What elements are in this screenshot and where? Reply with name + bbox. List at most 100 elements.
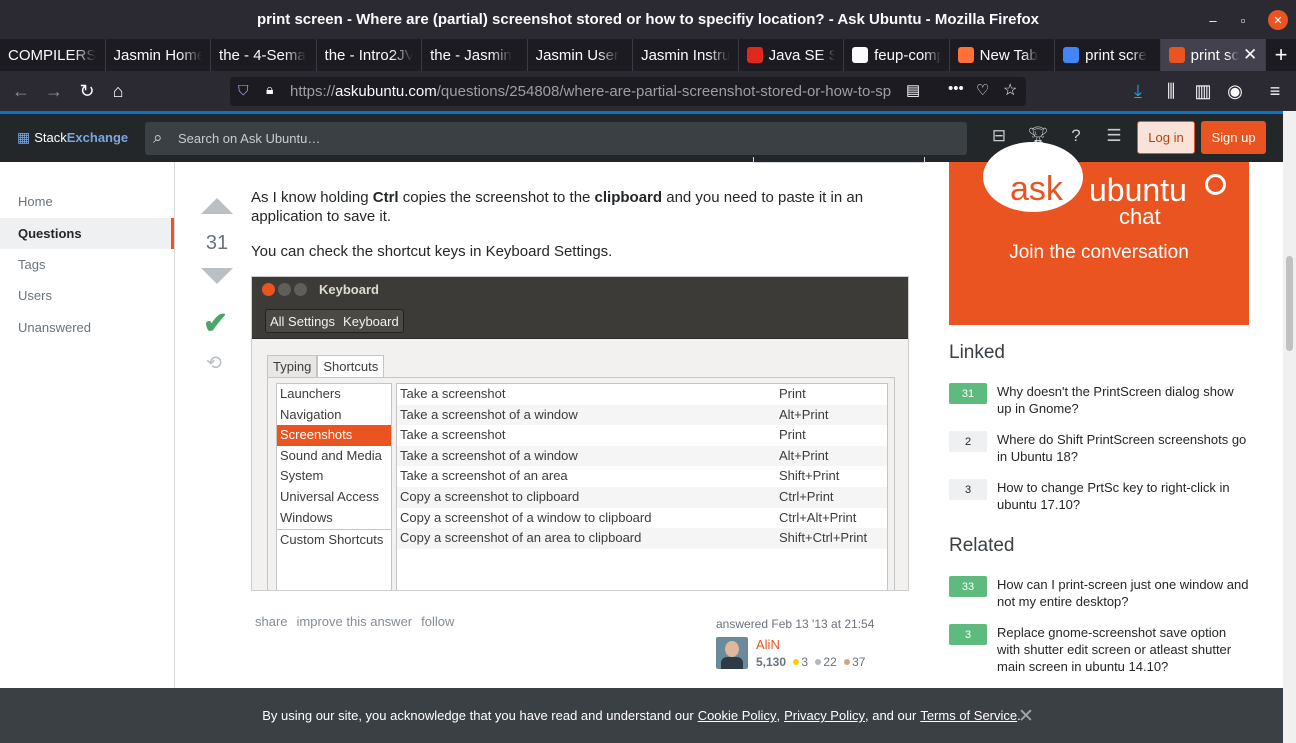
silver-badge-icon	[815, 659, 822, 665]
site-search-input[interactable]: ⌕ Search on Ask Ubuntu…	[145, 122, 967, 155]
improve-answer-link[interactable]: improve this answer	[297, 614, 413, 629]
cookie-consent-banner: By using our site, you acknowledge that …	[0, 688, 1283, 743]
nav-users[interactable]: Users	[0, 280, 174, 311]
keyboard-settings-screenshot[interactable]: Keyboard All Settings Keyboard Typing Sh…	[251, 276, 909, 591]
chat-join-text: Join the conversation	[1009, 242, 1189, 263]
home-icon[interactable]: ⌂	[107, 81, 129, 101]
maximize-icon[interactable]: ▫	[1233, 10, 1253, 30]
tab-2[interactable]: the - 4-Sema	[211, 39, 317, 71]
kb-shortcut-row: Copy a screenshot of an area to clipboar…	[397, 528, 887, 549]
kb-title-text: Keyboard	[319, 281, 379, 297]
linked-question-item[interactable]: 2 Where do Shift PrintScreen screenshots …	[949, 431, 1249, 471]
bookmark-star-icon[interactable]: ☆	[1003, 80, 1017, 100]
nav-questions[interactable]: Questions	[0, 218, 174, 249]
tab-3[interactable]: the - Intro2JV	[317, 39, 423, 71]
tab-4[interactable]: the - Jasmin	[422, 39, 528, 71]
hamburger-menu-icon[interactable]: ≡	[1264, 81, 1286, 101]
tracking-shield-icon[interactable]: ⛉	[238, 82, 249, 99]
url-text[interactable]: https://askubuntu.com/questions/254808/w…	[290, 83, 900, 100]
kb-shortcut-row: Take a screenshot Print	[397, 384, 887, 405]
kb-shortcut-row: Take a screenshot of a window Alt+Print	[397, 404, 887, 426]
ask-ubuntu-chat-banner[interactable]: ask ubuntu chat Join the conversation	[949, 142, 1249, 325]
kb-category-item: Windows	[280, 509, 333, 525]
upvote-arrow-icon[interactable]	[201, 198, 233, 214]
reputation-score: 5,130	[756, 655, 787, 669]
kb-window-buttons	[262, 283, 307, 296]
answer-paragraph-1: As I know holding Ctrl copies the screen…	[251, 188, 911, 226]
site-switcher-icon[interactable]: ☰	[1103, 126, 1125, 146]
minimize-icon[interactable]: –	[1203, 10, 1223, 30]
privacy-policy-link[interactable]: Privacy Policy	[784, 708, 865, 723]
account-icon[interactable]: ◉	[1224, 81, 1246, 101]
tab-5[interactable]: Jasmin User	[528, 39, 634, 71]
signup-button[interactable]: Sign up	[1201, 121, 1266, 154]
question-link[interactable]: How can I print-screen just one window a…	[997, 576, 1249, 610]
tab-1[interactable]: Jasmin Home	[106, 39, 212, 71]
tab-7[interactable]: Java SE Sp	[739, 39, 845, 71]
tab-11[interactable]: print sc ✕	[1160, 39, 1267, 71]
chat-chat-text: chat	[1119, 204, 1161, 229]
user-reputation: 5,130 3 22 37	[756, 655, 865, 669]
kb-shortcut-key: Shift+Print	[779, 468, 840, 484]
kb-category-item: Sound and Media	[280, 447, 382, 463]
cookie-policy-link[interactable]: Cookie Policy	[698, 708, 777, 723]
tab-0[interactable]: COMPILERS	[0, 39, 106, 71]
linked-question-item[interactable]: 31 Why doesn't the PrintScreen dialog sho…	[949, 383, 1249, 423]
close-icon[interactable]: ✕	[1018, 705, 1034, 728]
tab-9[interactable]: New Tab	[950, 39, 1056, 71]
kb-shortcut-row: Take a screenshot Print	[397, 425, 887, 446]
inbox-icon[interactable]: ⊟	[988, 126, 1010, 146]
related-question-item[interactable]: 33 How can I print-screen just one window…	[949, 576, 1249, 616]
reload-icon[interactable]: ↻	[76, 81, 98, 101]
pocket-icon[interactable]: ♡	[976, 81, 989, 99]
question-link[interactable]: How to change PrtSc key to right-click i…	[997, 479, 1249, 513]
cookie-and: , and our	[865, 708, 917, 723]
kb-shortcut-row: Take a screenshot of an area Shift+Print	[397, 466, 887, 487]
share-link[interactable]: share	[255, 614, 288, 629]
downvote-arrow-icon[interactable]	[201, 268, 233, 284]
nav-unanswered[interactable]: Unanswered	[0, 312, 174, 343]
follow-link[interactable]: follow	[421, 614, 454, 629]
kb-shortcut-name: Take a screenshot of an area	[400, 468, 568, 484]
linked-question-item[interactable]: 3 How to change PrtSc key to right-click …	[949, 479, 1249, 519]
related-question-item[interactable]: 3 Replace gnome-screenshot save option wi…	[949, 624, 1249, 674]
stackexchange-logo[interactable]: ▦ Stack Exchange	[17, 129, 128, 146]
tab-label: the - Jasmin	[430, 46, 512, 64]
brand-exchange: Exchange	[66, 130, 129, 145]
question-link[interactable]: Replace gnome-screenshot save option wit…	[997, 624, 1249, 675]
login-button[interactable]: Log in	[1137, 121, 1195, 154]
tab-10[interactable]: print scre	[1055, 39, 1161, 71]
nav-tags[interactable]: Tags	[0, 249, 174, 280]
question-link[interactable]: Where do Shift PrintScreen screenshots g…	[997, 431, 1249, 465]
tab-close-icon[interactable]: ✕	[1243, 45, 1257, 65]
tab-label: Jasmin User	[535, 46, 619, 64]
reader-view-icon[interactable]: ▤	[906, 81, 920, 99]
question-link[interactable]: Why doesn't the PrintScreen dialog show …	[997, 383, 1249, 417]
lock-icon[interactable]: 🔒︎	[266, 81, 273, 98]
tab-label: New Tab	[979, 46, 1038, 64]
user-name-link[interactable]: AliN	[756, 637, 780, 652]
kb-window-title: Keyboard	[252, 277, 908, 301]
bold-ctrl: Ctrl	[372, 189, 399, 206]
kb-shortcut-row: Take a screenshot of a window Alt+Print	[397, 445, 887, 467]
help-icon[interactable]: ?	[1065, 126, 1087, 146]
history-icon[interactable]: ⟲	[206, 352, 222, 375]
terms-of-service-link[interactable]: Terms of Service	[920, 708, 1017, 723]
avatar[interactable]	[716, 637, 748, 669]
library-icon[interactable]: ⫼	[1160, 81, 1182, 101]
page-actions-icon[interactable]: •••	[948, 80, 964, 97]
window-close-icon[interactable]: ✕	[1268, 10, 1288, 30]
tab-strip: COMPILERS Jasmin Home the - 4-Sema the - In…	[0, 39, 1296, 71]
nav-home[interactable]: Home	[0, 186, 174, 217]
page-scrollbar[interactable]	[1283, 111, 1296, 743]
scrollbar-thumb[interactable]	[1286, 256, 1293, 351]
user-signature: answered Feb 13 '13 at 21:54 AliN 5,130 …	[716, 617, 896, 669]
forward-arrow-icon[interactable]: →	[43, 81, 65, 101]
tab-8[interactable]: feup-comp	[844, 39, 950, 71]
url-bar[interactable]: ⛉ 🔒︎ https://askubuntu.com/questions/254…	[230, 77, 1026, 106]
back-arrow-icon[interactable]: ←	[10, 81, 32, 101]
sidebar-icon[interactable]: ▥	[1192, 81, 1214, 101]
tab-6[interactable]: Jasmin Instru	[633, 39, 739, 71]
new-tab-icon[interactable]: +	[1266, 39, 1296, 71]
download-icon[interactable]: ⤓	[1127, 81, 1149, 101]
